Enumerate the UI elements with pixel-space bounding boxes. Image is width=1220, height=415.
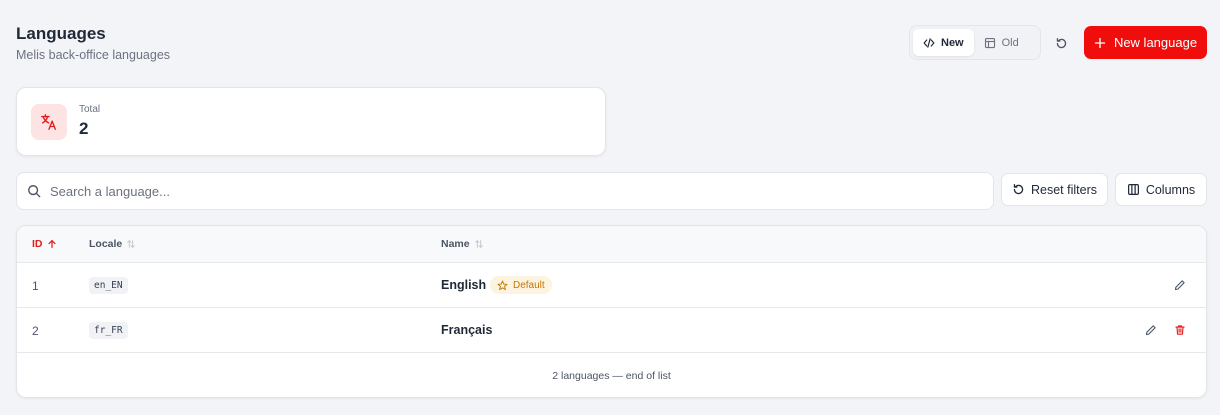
default-badge: Default <box>490 276 552 294</box>
column-header-id[interactable]: ID <box>32 238 57 250</box>
locale-chip: fr_FR <box>89 322 128 339</box>
column-header-name-label: Name <box>441 238 470 250</box>
refresh-icon <box>1056 37 1066 48</box>
column-header-id-label: ID <box>32 238 43 250</box>
layout-icon <box>984 37 995 48</box>
edit-button[interactable] <box>1144 323 1158 337</box>
refresh-button[interactable] <box>1051 33 1071 53</box>
columns-label: Columns <box>1145 182 1196 197</box>
column-header-name[interactable]: Name <box>441 238 484 250</box>
column-header-locale-label: Locale <box>89 238 123 250</box>
cell-id: 2 <box>32 324 39 338</box>
table-row[interactable]: 1 en_EN English Default <box>17 263 1206 308</box>
cell-id: 1 <box>32 279 39 293</box>
column-header-locale[interactable]: Locale <box>89 238 136 250</box>
sort-icon <box>474 239 483 249</box>
reset-filters-button[interactable]: Reset filters <box>1001 173 1108 206</box>
cell-name: English <box>441 278 487 292</box>
view-toggle-old[interactable]: Old <box>974 29 1029 56</box>
plus-icon <box>1094 37 1106 48</box>
view-toggle: New Old <box>909 25 1041 60</box>
table-row[interactable]: 2 fr_FR Français <box>17 308 1206 353</box>
search-box <box>16 172 994 210</box>
arrow-up-icon <box>47 240 56 248</box>
star-icon <box>497 280 508 290</box>
columns-button[interactable]: Columns <box>1115 173 1207 206</box>
new-language-label: New language <box>1113 35 1198 50</box>
edit-button[interactable] <box>1173 278 1187 292</box>
stat-value: 2 <box>79 119 89 138</box>
code-icon <box>923 37 935 48</box>
columns-icon <box>1127 184 1139 195</box>
reset-icon <box>1013 183 1024 195</box>
default-badge-label: Default <box>513 279 545 291</box>
languages-table: ID Locale Name 1 en_EN English Default 2… <box>16 225 1207 398</box>
search-input[interactable] <box>50 183 950 199</box>
page-subtitle: Melis back-office languages <box>16 48 171 62</box>
stat-label: Total <box>79 104 101 115</box>
trash-icon <box>1175 325 1185 335</box>
search-icon <box>28 185 41 198</box>
page-title: Languages <box>16 24 106 43</box>
new-language-button[interactable]: New language <box>1084 26 1207 59</box>
page-header: Languages Melis back-office languages <box>16 24 170 62</box>
table-header: ID Locale Name <box>17 226 1206 263</box>
stat-icon-wrapper <box>31 104 67 140</box>
pencil-icon <box>1145 325 1156 336</box>
locale-chip: en_EN <box>89 277 128 294</box>
translate-icon <box>41 114 56 130</box>
view-toggle-old-label: Old <box>1001 36 1019 49</box>
delete-button[interactable] <box>1173 323 1187 337</box>
cell-name: Français <box>441 323 493 337</box>
pencil-icon <box>1174 280 1185 291</box>
view-toggle-new[interactable]: New <box>913 29 974 56</box>
view-toggle-new-label: New <box>941 36 964 49</box>
total-stat-card: Total 2 <box>16 87 606 156</box>
table-footer-note: 2 languages — end of list <box>552 370 671 382</box>
reset-filters-label: Reset filters <box>1031 182 1097 197</box>
sort-icon <box>127 239 136 249</box>
